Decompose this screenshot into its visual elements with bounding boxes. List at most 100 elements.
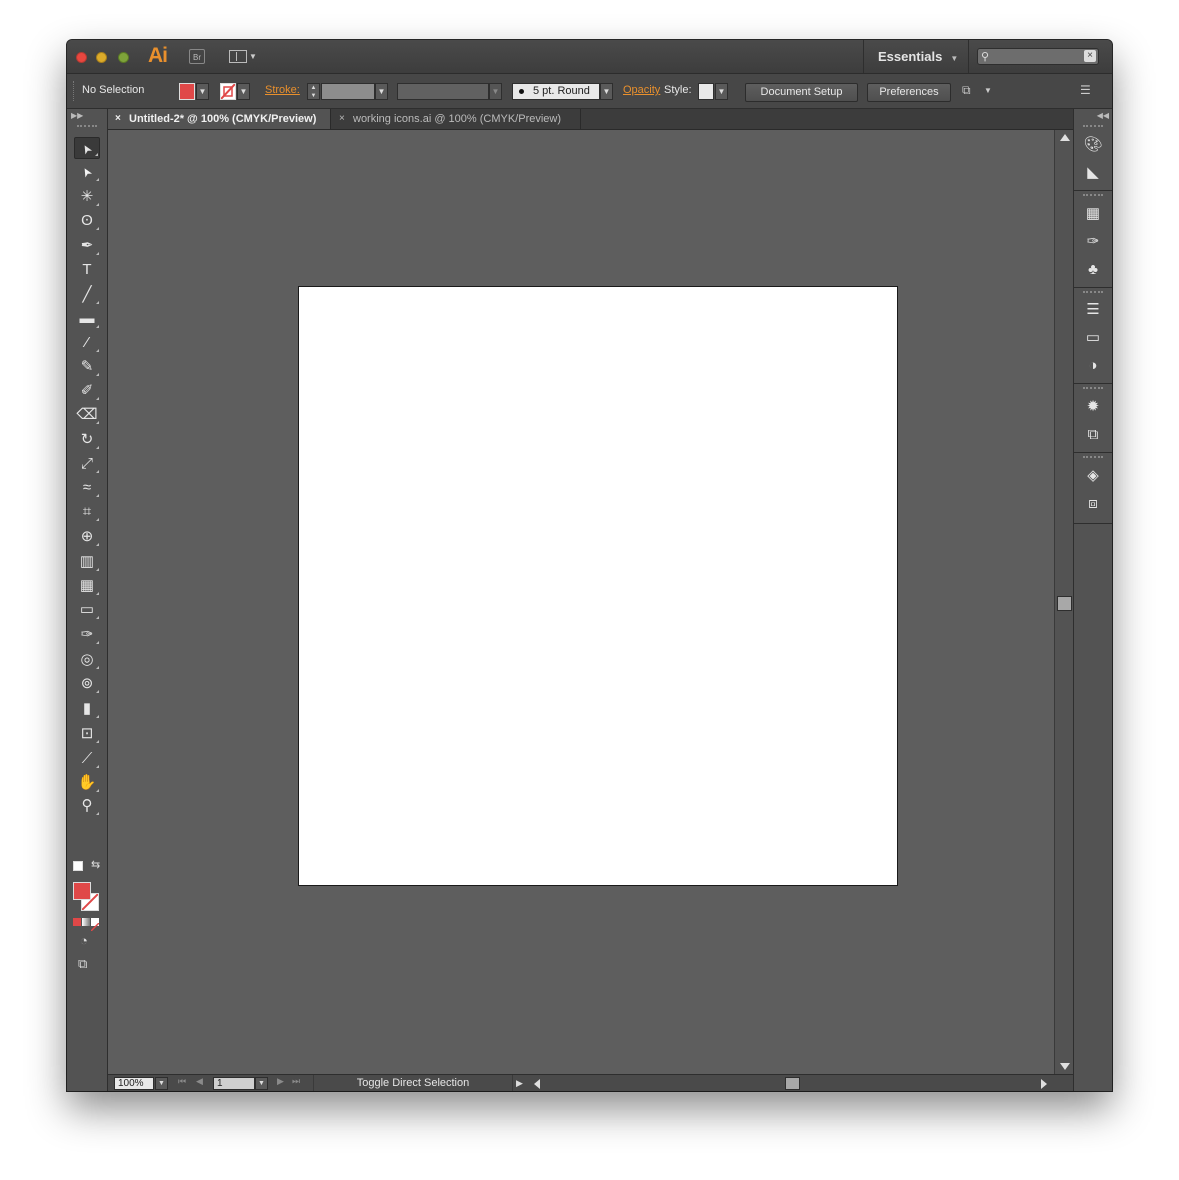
stroke-panel-link[interactable]: Stroke:: [265, 84, 300, 96]
artboards-panel-icon[interactable]: ⧈: [1082, 493, 1104, 515]
rectangle-tool[interactable]: ▬: [74, 308, 100, 330]
stroke-weight-field[interactable]: [321, 83, 375, 100]
panel-grip[interactable]: [1083, 387, 1103, 389]
last-artboard-icon[interactable]: ⏭: [292, 1076, 300, 1087]
preferences-button[interactable]: Preferences: [867, 83, 951, 102]
stroke-panel-icon[interactable]: ☰: [1082, 299, 1104, 321]
panel-grip[interactable]: [1083, 456, 1103, 458]
eyedropper-tool[interactable]: ✑: [74, 624, 100, 646]
document-canvas[interactable]: [108, 130, 1054, 1074]
swatches-panel-icon[interactable]: ▦: [1082, 203, 1104, 225]
zoom-window-button[interactable]: [118, 52, 129, 63]
minimize-window-button[interactable]: [96, 52, 107, 63]
variable-width-dropdown[interactable]: ▼: [489, 83, 502, 100]
chevron-down-icon[interactable]: ▼: [984, 86, 992, 95]
graphic-style-swatch[interactable]: [698, 83, 714, 100]
graphic-styles-panel-icon[interactable]: ⧉: [1082, 424, 1104, 446]
panel-grip[interactable]: [1083, 291, 1103, 293]
variable-width-profile-field[interactable]: [397, 83, 489, 100]
none-mode-icon[interactable]: [90, 918, 100, 932]
align-options-icon[interactable]: ⧉: [962, 83, 971, 98]
bridge-button[interactable]: Br: [189, 49, 205, 64]
default-fill-stroke-icon[interactable]: [73, 861, 83, 871]
free-transform-tool[interactable]: ⌗: [74, 501, 100, 523]
shape-builder-tool[interactable]: ⊕: [74, 526, 100, 548]
artboard-number-field[interactable]: 1: [213, 1077, 255, 1090]
help-search-input[interactable]: ⚲ ×: [977, 48, 1099, 65]
symbol-sprayer-tool[interactable]: ⊚: [74, 673, 100, 695]
scroll-up-icon[interactable]: [1060, 134, 1070, 141]
draw-mode-icon[interactable]: ◔: [80, 933, 88, 948]
color-guide-icon[interactable]: ◣: [1082, 162, 1104, 184]
lasso-tool[interactable]: ʘ: [74, 210, 100, 232]
fill-color-box[interactable]: [73, 882, 91, 900]
next-artboard-icon[interactable]: ▶: [277, 1076, 284, 1087]
artboard[interactable]: [298, 286, 898, 886]
panel-grip[interactable]: [73, 81, 76, 101]
paintbrush-tool[interactable]: ⁄: [74, 332, 100, 354]
vertical-scrollbar[interactable]: [1054, 130, 1074, 1074]
selection-tool[interactable]: ➤: [74, 137, 100, 159]
previous-artboard-icon[interactable]: ◀: [196, 1076, 203, 1087]
collapse-panels-icon[interactable]: ◀◀: [1097, 111, 1109, 120]
zoom-level-field[interactable]: 100%: [114, 1077, 154, 1090]
swap-fill-stroke-icon[interactable]: ⇆: [91, 858, 100, 871]
symbols-panel-icon[interactable]: ♣: [1082, 259, 1104, 281]
slice-tool[interactable]: ⟋: [74, 748, 100, 770]
column-graph-tool[interactable]: ▮: [74, 698, 100, 720]
pencil-tool[interactable]: ✎: [74, 356, 100, 378]
stroke-weight-dropdown[interactable]: ▼: [375, 83, 388, 100]
tab-untitled-2[interactable]: × Untitled-2* @ 100% (CMYK/Preview): [107, 109, 331, 129]
scroll-down-icon[interactable]: [1060, 1063, 1070, 1070]
close-icon[interactable]: ×: [115, 109, 121, 129]
color-panel-icon[interactable]: 🎨︎: [1082, 134, 1104, 156]
scale-tool[interactable]: ⤢: [74, 453, 100, 475]
gradient-mode-icon[interactable]: [82, 918, 90, 926]
stroke-dropdown[interactable]: ▼: [237, 83, 250, 100]
panel-grip[interactable]: [1083, 125, 1103, 127]
layers-panel-icon[interactable]: ◈: [1082, 465, 1104, 487]
horizontal-scroll-thumb[interactable]: [785, 1077, 800, 1090]
hand-tool[interactable]: ✋: [74, 772, 100, 794]
scroll-right-icon[interactable]: [1041, 1079, 1047, 1089]
line-segment-tool[interactable]: ╱: [74, 284, 100, 306]
type-tool[interactable]: T: [74, 259, 100, 281]
gradient-panel-icon[interactable]: ▭: [1082, 327, 1104, 349]
screen-mode-icon[interactable]: ⧉: [78, 956, 87, 972]
zoom-dropdown[interactable]: ▼: [155, 1077, 168, 1090]
panel-menu-icon[interactable]: ☰: [1080, 83, 1091, 97]
artboard-dropdown[interactable]: ▼: [255, 1077, 268, 1090]
magic-wand-tool[interactable]: ✳: [74, 186, 100, 208]
stroke-swatch[interactable]: [220, 83, 236, 100]
first-artboard-icon[interactable]: ⏮: [178, 1076, 186, 1087]
arrange-documents-icon[interactable]: [229, 50, 247, 63]
width-tool[interactable]: ≈: [74, 477, 100, 499]
color-mode-icon[interactable]: [73, 918, 81, 926]
brushes-panel-icon[interactable]: ✑: [1082, 231, 1104, 253]
scroll-left-icon[interactable]: [534, 1079, 540, 1089]
workspace-switcher[interactable]: Essentials ▼: [863, 40, 969, 73]
opacity-panel-link[interactable]: Opacity: [623, 84, 660, 96]
appearance-panel-icon[interactable]: ✹: [1082, 396, 1104, 418]
stroke-weight-stepper[interactable]: ▲ ▼: [307, 83, 320, 100]
direct-selection-tool[interactable]: ➤: [74, 161, 100, 183]
vertical-scroll-thumb[interactable]: [1057, 596, 1072, 611]
perspective-grid-tool[interactable]: ▥: [74, 551, 100, 573]
chevron-down-icon[interactable]: ▼: [249, 52, 257, 61]
rotate-tool[interactable]: ↻: [74, 429, 100, 451]
clear-search-icon[interactable]: ×: [1084, 50, 1096, 62]
panel-grip[interactable]: [77, 125, 97, 127]
status-menu-icon[interactable]: ▶: [516, 1078, 523, 1089]
blend-tool[interactable]: ◎: [74, 649, 100, 671]
mesh-tool[interactable]: ▦: [74, 575, 100, 597]
gradient-tool[interactable]: ▭: [74, 599, 100, 621]
artboard-tool[interactable]: ⊡: [74, 723, 100, 745]
fill-dropdown[interactable]: ▼: [196, 83, 209, 100]
document-setup-button[interactable]: Document Setup: [745, 83, 858, 102]
close-icon[interactable]: ×: [339, 109, 345, 129]
blob-brush-tool[interactable]: ✐: [74, 380, 100, 402]
graphic-style-dropdown[interactable]: ▼: [715, 83, 728, 100]
transparency-panel-icon[interactable]: ◑: [1082, 355, 1104, 377]
brush-dropdown[interactable]: ▼: [600, 83, 613, 100]
fill-swatch[interactable]: [179, 83, 195, 100]
